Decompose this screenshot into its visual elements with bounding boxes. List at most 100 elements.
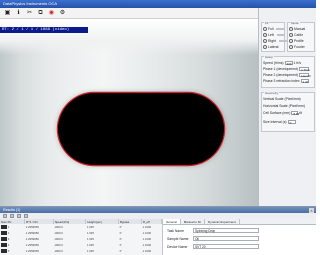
radio-icon bbox=[289, 45, 293, 49]
close-icon[interactable]: × bbox=[309, 207, 314, 213]
slider-icon bbox=[278, 40, 287, 42]
row-num: 2 bbox=[7, 230, 10, 235]
row-num: 3 bbox=[7, 236, 10, 241]
setup-label: Phase 2 (development) bbox=[263, 73, 299, 77]
radio-icon bbox=[289, 27, 293, 31]
settings-icon[interactable]: ⚙ bbox=[59, 10, 66, 17]
tab-manual-to-fit[interactable]: Manual to Fit bbox=[181, 219, 206, 224]
cut-icon[interactable]: ✂ bbox=[26, 10, 33, 17]
bypass-cell: P bbox=[119, 249, 122, 253]
properties-tabs: General Manual to Fit Dynamic Experiment bbox=[163, 219, 316, 225]
main-toolbar: ▣ ℹ ✂ ⧉ ◉ ⚙ bbox=[0, 8, 258, 19]
speed-unit: 1 fr/s bbox=[293, 61, 302, 65]
thumbnail-icon bbox=[1, 249, 7, 254]
new-icon[interactable] bbox=[3, 214, 7, 218]
task-name-field[interactable]: Spinning Drop bbox=[193, 228, 259, 233]
fit-option-right[interactable]: Right bbox=[263, 39, 287, 43]
geometry-group: Geometry Vertical Scale (Pixel/mm) Horiz… bbox=[261, 92, 315, 132]
drop-image bbox=[58, 93, 224, 165]
results-table: Num Pic R^2 / Chi Speed [fr/s] Height [µ… bbox=[0, 219, 162, 254]
measurement-panel: Fit Full Left Right Lateral Mode Manual … bbox=[258, 8, 316, 206]
mode-option-fourier[interactable]: Fourier bbox=[289, 45, 305, 49]
print-icon[interactable] bbox=[24, 214, 28, 218]
fit-option-lateral[interactable]: Lateral bbox=[263, 45, 278, 49]
info-icon[interactable]: ℹ bbox=[15, 10, 22, 17]
setup-row-phase3: Phase 3 refraction index 1.33 bbox=[263, 79, 309, 84]
setup-row-phase2: Phase 2 (development) Launch bbox=[263, 73, 311, 78]
thumbnail-icon bbox=[1, 225, 7, 230]
speed-field[interactable]: 300 bbox=[284, 61, 293, 66]
viewer-status-bar: RT: 2 / 1 / 1 / 1888 (video) bbox=[0, 27, 88, 33]
geometry-label: Cell Surface (mm) bbox=[263, 111, 291, 115]
speed-cell: 1000.0 bbox=[54, 249, 63, 253]
geometry-row-cell: Cell Surface (mm) 8.69 fit bbox=[263, 111, 302, 116]
row-num: 1 bbox=[7, 224, 10, 229]
results-title: Results (1) bbox=[3, 208, 21, 212]
fit-option-left[interactable]: Left bbox=[263, 33, 285, 37]
geometry-group-title: Geometry bbox=[264, 91, 280, 95]
fit-option-label: Full bbox=[268, 27, 274, 31]
thumbnail-icon bbox=[1, 243, 7, 248]
phase1-field[interactable]: 1 Time bbox=[299, 67, 310, 72]
r2-cell: 1.2959959 bbox=[25, 249, 39, 253]
slider-icon bbox=[276, 28, 285, 30]
thumbnail-icon bbox=[1, 231, 7, 236]
geometry-row-horizontal: Horizontal Scale (Pixel/mm) bbox=[263, 104, 305, 108]
save-icon[interactable]: ▣ bbox=[4, 10, 11, 17]
radio-icon bbox=[289, 39, 293, 43]
geometry-label: Vertical Scale (Pixel/mm) bbox=[263, 97, 301, 101]
mode-option-manual[interactable]: Manual bbox=[289, 27, 305, 31]
mode-option-calibr[interactable]: Calibr bbox=[289, 33, 303, 37]
setup-label: Phase 3 refraction index bbox=[263, 79, 300, 83]
radio-icon bbox=[263, 33, 267, 37]
phase3-field[interactable]: 1.33 bbox=[300, 79, 309, 84]
property-sample-name: Sample Name Oil bbox=[167, 236, 259, 241]
viewer-highlight bbox=[0, 19, 258, 55]
device-name-field[interactable]: SVT 20 bbox=[193, 244, 259, 249]
property-label: Task Name bbox=[167, 228, 184, 233]
window-title: DataPhysics Instruments OCA bbox=[3, 1, 58, 6]
open-icon[interactable] bbox=[10, 214, 14, 218]
geometry-row-interval: Size Interval (s) 0 bbox=[263, 120, 296, 125]
save-icon[interactable] bbox=[17, 214, 21, 218]
row-num: 5 bbox=[7, 248, 10, 253]
setup-label: Phase 1 (development) bbox=[263, 67, 299, 71]
property-label: Sample Name bbox=[167, 236, 189, 241]
fit-group-title: Fit bbox=[264, 21, 270, 25]
setup-group: Setup Speed (fr/ms) 300 1 fr/s Phase 1 (de… bbox=[261, 56, 315, 88]
tab-dynamic-experiment[interactable]: Dynamic Experiment bbox=[205, 219, 240, 224]
property-task-name: Task Name Spinning Drop bbox=[167, 228, 259, 233]
cell-surface-field[interactable]: 8.69 bbox=[291, 111, 299, 116]
row-num: 4 bbox=[7, 242, 10, 247]
table-row[interactable]: 5 1.2959959 1000.0 1.935 P 1.3100 bbox=[0, 248, 162, 254]
row-num-cell: 5 bbox=[0, 248, 25, 254]
properties-panel: General Manual to Fit Dynamic Experiment… bbox=[162, 219, 316, 255]
geometry-label: Size Interval (s) bbox=[263, 120, 287, 124]
radio-icon bbox=[263, 39, 267, 43]
setup-group-title: Setup bbox=[264, 55, 274, 59]
fit-option-label: Lateral bbox=[268, 45, 279, 49]
fit-option-label: Left bbox=[268, 33, 274, 37]
copy-icon[interactable]: ⧉ bbox=[37, 10, 44, 17]
tab-general[interactable]: General bbox=[163, 219, 181, 224]
video-viewer[interactable]: RT: 2 / 1 / 1 / 1888 (video) bbox=[0, 19, 258, 206]
record-icon[interactable]: ◉ bbox=[48, 10, 55, 17]
reff-cell: 1.3100 bbox=[142, 249, 152, 253]
sample-name-field[interactable]: Oil bbox=[193, 236, 259, 241]
size-interval-field[interactable]: 0 bbox=[287, 120, 296, 125]
geometry-row-vertical: Vertical Scale (Pixel/mm) bbox=[263, 97, 301, 101]
mode-option-label: Manual bbox=[294, 27, 306, 31]
radio-icon bbox=[289, 33, 293, 37]
property-label: Device Name bbox=[167, 244, 188, 249]
slider-icon bbox=[276, 34, 285, 36]
cell-surface-unit: fit bbox=[299, 111, 302, 115]
window-title-bar: DataPhysics Instruments OCA bbox=[0, 0, 316, 8]
setup-row-phase1: Phase 1 (development) 1 Time bbox=[263, 67, 310, 72]
mode-option-profile[interactable]: Profile bbox=[289, 39, 304, 43]
property-device-name: Device Name SVT 20 bbox=[167, 244, 259, 249]
mode-option-label: Calibr bbox=[294, 33, 303, 37]
mode-option-label: Profile bbox=[294, 39, 304, 43]
fit-option-full[interactable]: Full bbox=[263, 27, 285, 31]
phase2-field[interactable]: Launch bbox=[299, 73, 311, 78]
radio-icon bbox=[263, 45, 267, 49]
